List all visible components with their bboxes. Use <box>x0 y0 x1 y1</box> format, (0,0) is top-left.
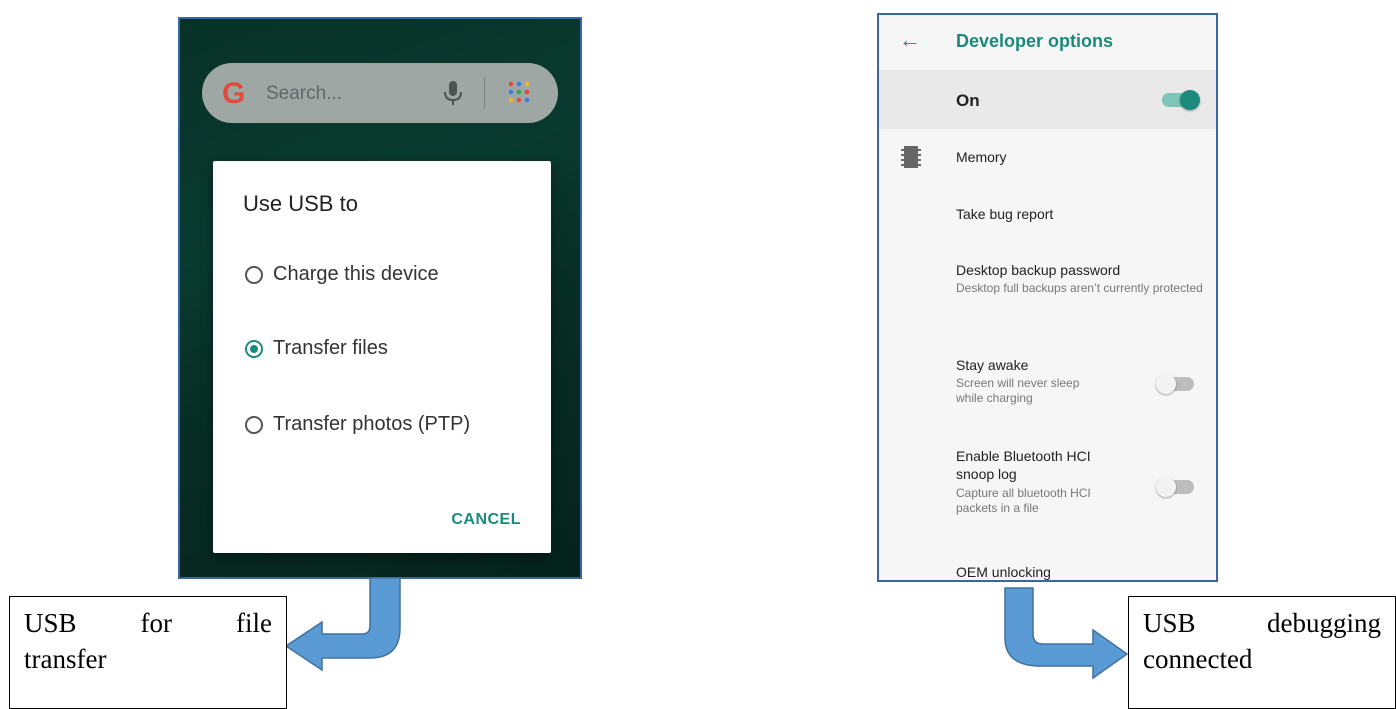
pref-summary: Desktop full backups aren’t currently pr… <box>956 281 1203 295</box>
radio-unchecked-icon[interactable] <box>245 265 263 284</box>
pref-memory[interactable]: Memory <box>956 149 1007 165</box>
toggle-knob <box>1156 374 1176 394</box>
apps-grid-icon[interactable] <box>508 81 530 103</box>
radio-checked-icon[interactable] <box>245 339 263 358</box>
callout-line: connected <box>1143 644 1253 674</box>
callout-word: USB <box>24 608 77 638</box>
curved-arrow-left-icon <box>284 577 401 672</box>
search-bar-divider <box>484 77 485 109</box>
google-search-bar[interactable]: G Search... <box>202 63 558 123</box>
callout-line: USB debugging <box>1143 605 1381 641</box>
option-label: Transfer photos (PTP) <box>273 413 471 435</box>
search-placeholder[interactable]: Search... <box>266 83 342 105</box>
option-label: Charge this device <box>273 263 439 285</box>
use-usb-dialog: Use USB to Charge this device Transfer f… <box>213 161 551 553</box>
pref-stay-awake[interactable]: Stay awake <box>956 357 1028 373</box>
left-phone-screenshot: G Search... Use USB to Charge this devic… <box>178 17 582 579</box>
curved-arrow-right-icon <box>1004 587 1129 680</box>
toggle-knob <box>1156 477 1176 497</box>
dialog-title: Use USB to <box>243 191 358 216</box>
radio-unchecked-icon[interactable] <box>245 415 263 434</box>
memory-chip-icon <box>901 146 921 168</box>
master-toggle-switch[interactable] <box>1162 90 1200 110</box>
callout-line: USB for file <box>24 605 272 641</box>
pref-summary: Capture all bluetooth HCI packets in a f… <box>956 486 1091 515</box>
page-title: Developer options <box>956 31 1114 51</box>
master-switch-label: On <box>956 91 980 110</box>
pref-summary: Screen will never sleep while charging <box>956 376 1080 405</box>
option-transfer-photos[interactable]: Transfer photos (PTP) <box>245 413 470 436</box>
toggle-knob <box>1180 90 1200 110</box>
mic-icon[interactable] <box>442 79 464 107</box>
option-charge-device[interactable]: Charge this device <box>245 263 439 286</box>
pref-oem-unlocking[interactable]: OEM unlocking <box>956 564 1051 580</box>
stay-awake-toggle-switch[interactable] <box>1156 374 1194 394</box>
cancel-button[interactable]: CANCEL <box>451 511 521 529</box>
callout-line: transfer <box>24 644 107 674</box>
callout-usb-file-transfer: USB for file transfer <box>9 596 287 709</box>
pref-desktop-backup-password[interactable]: Desktop backup password <box>956 262 1120 278</box>
bluetooth-snoop-toggle-switch[interactable] <box>1156 477 1194 497</box>
pref-take-bug-report[interactable]: Take bug report <box>956 206 1053 222</box>
callout-word: for <box>140 608 173 638</box>
back-arrow-icon[interactable]: ← <box>899 27 921 53</box>
callout-word: debugging <box>1267 608 1381 638</box>
callout-word: USB <box>1143 608 1196 638</box>
callout-word: file <box>236 608 272 638</box>
callout-usb-debugging: USB debugging connected <box>1128 596 1396 709</box>
option-label: Transfer files <box>273 337 388 359</box>
option-transfer-files[interactable]: Transfer files <box>245 337 388 360</box>
pref-bluetooth-hci-snoop-log[interactable]: Enable Bluetooth HCI snoop log <box>956 447 1131 483</box>
google-logo: G <box>222 77 246 110</box>
developer-options-app-bar: ← Developer options <box>879 15 1216 71</box>
right-phone-screenshot: ← Developer options On Memory Take bug r… <box>877 13 1218 582</box>
